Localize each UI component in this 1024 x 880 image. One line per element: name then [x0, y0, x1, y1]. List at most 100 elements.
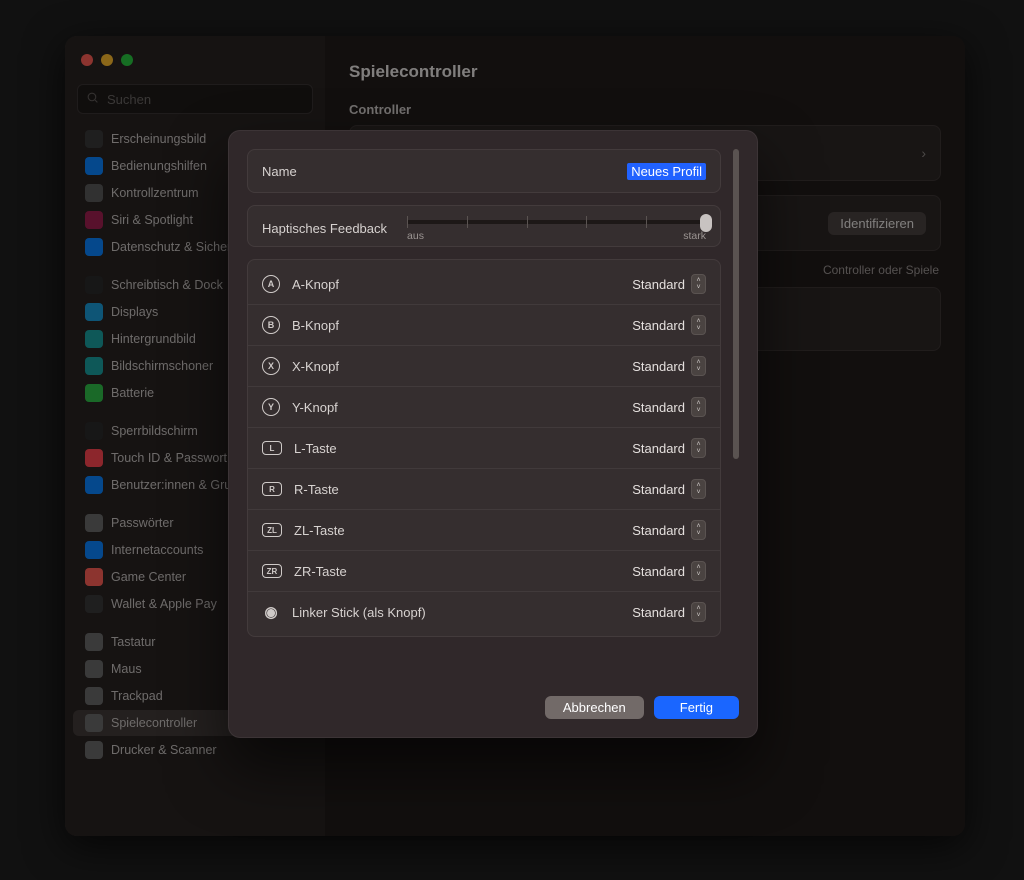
- sidebar-item-drucker-scanner[interactable]: Drucker & Scanner: [73, 737, 317, 763]
- mapping-value-select[interactable]: Standard˄˅: [632, 479, 706, 499]
- button-glyph-icon: Y: [262, 398, 280, 416]
- stepper-icon: ˄˅: [691, 561, 706, 581]
- sidebar-icon: [85, 384, 103, 402]
- haptic-row: Haptisches Feedback: [248, 206, 720, 246]
- sidebar-item-label: Sperrbildschirm: [111, 424, 198, 438]
- identify-button[interactable]: Identifizieren: [828, 212, 926, 235]
- mapping-label: A-Knopf: [292, 277, 339, 292]
- sidebar-item-label: Bedienungshilfen: [111, 159, 207, 173]
- sidebar-item-label: Drucker & Scanner: [111, 743, 217, 757]
- section-controller-header: Controller: [349, 102, 941, 117]
- sidebar-icon: [85, 633, 103, 651]
- sidebar-icon: [85, 303, 103, 321]
- minimize-window-button[interactable]: [101, 54, 113, 66]
- sheet-scrollbar[interactable]: [733, 149, 739, 684]
- mapping-row: ◉ Linker Stick (als Knopf) Standard ˄˅: [248, 591, 720, 632]
- mapping-label: B-Knopf: [292, 318, 339, 333]
- mapping-value-text: Standard: [632, 605, 685, 620]
- sidebar-item-label: Erscheinungsbild: [111, 132, 206, 146]
- mapping-row: A A-Knopf Standard˄˅: [248, 264, 720, 304]
- page-title: Spielecontroller: [349, 62, 941, 82]
- sidebar-item-label: Hintergrundbild: [111, 332, 196, 346]
- mapping-value-text: Standard: [632, 359, 685, 374]
- mapping-label: L-Taste: [294, 441, 337, 456]
- sidebar-icon: [85, 595, 103, 613]
- sidebar-item-label: Trackpad: [111, 689, 163, 703]
- sidebar-icon: [85, 357, 103, 375]
- sidebar-icon: [85, 476, 103, 494]
- sidebar-icon: [85, 157, 103, 175]
- sidebar-item-label: Kontrollzentrum: [111, 186, 199, 200]
- mapping-label: Linker Stick (als Knopf): [292, 605, 426, 620]
- haptic-label: Haptisches Feedback: [262, 221, 387, 236]
- done-button[interactable]: Fertig: [654, 696, 739, 719]
- sidebar-item-label: Schreibtisch & Dock: [111, 278, 223, 292]
- mapping-value-select[interactable]: Standard ˄˅: [632, 520, 706, 540]
- mapping-label: Y-Knopf: [292, 400, 338, 415]
- fullscreen-window-button[interactable]: [121, 54, 133, 66]
- mapping-row: ZR ZR-Taste Standard ˄˅: [248, 550, 720, 591]
- mapping-value-select[interactable]: Standard ˄˅: [632, 315, 706, 335]
- name-label: Name: [262, 164, 297, 179]
- button-glyph-icon: ◉: [262, 603, 280, 621]
- sidebar-icon: [85, 714, 103, 732]
- sidebar-item-label: Spielecontroller: [111, 716, 197, 730]
- mapping-value-text: Standard: [632, 482, 685, 497]
- stepper-icon: ˄˅: [691, 438, 706, 458]
- sidebar-item-label: Touch ID & Passwort: [111, 451, 227, 465]
- mapping-value-select[interactable]: Standard ˄˅: [632, 356, 706, 376]
- button-glyph-icon: B: [262, 316, 280, 334]
- search-input[interactable]: [105, 91, 304, 108]
- sidebar-icon: [85, 687, 103, 705]
- mapping-value-select[interactable]: Standard ˄˅: [632, 602, 706, 622]
- scrollbar-thumb[interactable]: [733, 149, 739, 459]
- mapping-row: Y Y-Knopf Standard˄˅: [248, 386, 720, 427]
- sidebar-item-label: Batterie: [111, 386, 154, 400]
- mapping-value-text: Standard: [632, 564, 685, 579]
- mapping-value-text: Standard: [632, 318, 685, 333]
- mapping-value-select[interactable]: Standard˄˅: [632, 438, 706, 458]
- mapping-label: R-Taste: [294, 482, 339, 497]
- mapping-label: ZR-Taste: [294, 564, 347, 579]
- sidebar-icon: [85, 330, 103, 348]
- button-glyph-icon: X: [262, 357, 280, 375]
- sidebar-icon: [85, 130, 103, 148]
- sidebar-item-label: Tastatur: [111, 635, 155, 649]
- button-glyph-icon: ZR: [262, 564, 282, 578]
- sidebar-icon: [85, 660, 103, 678]
- mapping-value-select[interactable]: Standard˄˅: [632, 397, 706, 417]
- button-glyph-icon: ZL: [262, 523, 282, 537]
- name-input[interactable]: Neues Profil: [627, 163, 706, 180]
- mapping-value-text: Standard: [632, 523, 685, 538]
- button-glyph-icon: A: [262, 275, 280, 293]
- search-icon: [86, 91, 99, 107]
- mapping-row: XX-KnopfStandard˄˅: [248, 345, 720, 386]
- close-window-button[interactable]: [81, 54, 93, 66]
- mapping-row: ZL ZL-Taste Standard ˄˅: [248, 509, 720, 550]
- haptic-slider[interactable]: aus stark: [407, 214, 706, 242]
- sidebar-search[interactable]: [77, 84, 313, 114]
- sidebar-item-label: Siri & Spotlight: [111, 213, 193, 227]
- slider-thumb[interactable]: [700, 214, 712, 232]
- sidebar-icon: [85, 449, 103, 467]
- chevron-right-icon: ›: [921, 145, 926, 161]
- sidebar-icon: [85, 211, 103, 229]
- sidebar-icon: [85, 422, 103, 440]
- sidebar-item-label: Maus: [111, 662, 142, 676]
- haptic-max-label: stark: [683, 230, 706, 242]
- sidebar-icon: [85, 568, 103, 586]
- sidebar-item-label: Wallet & Apple Pay: [111, 597, 217, 611]
- stepper-icon: ˄˅: [691, 315, 706, 335]
- cancel-button[interactable]: Abbrechen: [545, 696, 644, 719]
- mapping-label: ZL-Taste: [294, 523, 345, 538]
- sidebar-item-label: Displays: [111, 305, 158, 319]
- button-glyph-icon: L: [262, 441, 282, 455]
- stepper-icon: ˄˅: [691, 520, 706, 540]
- stepper-icon: ˄˅: [691, 602, 706, 622]
- profile-sheet: Name Neues Profil Haptisches Feedback: [228, 130, 758, 738]
- mapping-row: RR-TasteStandard˄˅: [248, 468, 720, 509]
- stepper-icon: ˄˅: [691, 356, 706, 376]
- name-row: Name Neues Profil: [248, 150, 720, 192]
- mapping-value-select[interactable]: Standard˄˅: [632, 274, 706, 294]
- mapping-value-select[interactable]: Standard ˄˅: [632, 561, 706, 581]
